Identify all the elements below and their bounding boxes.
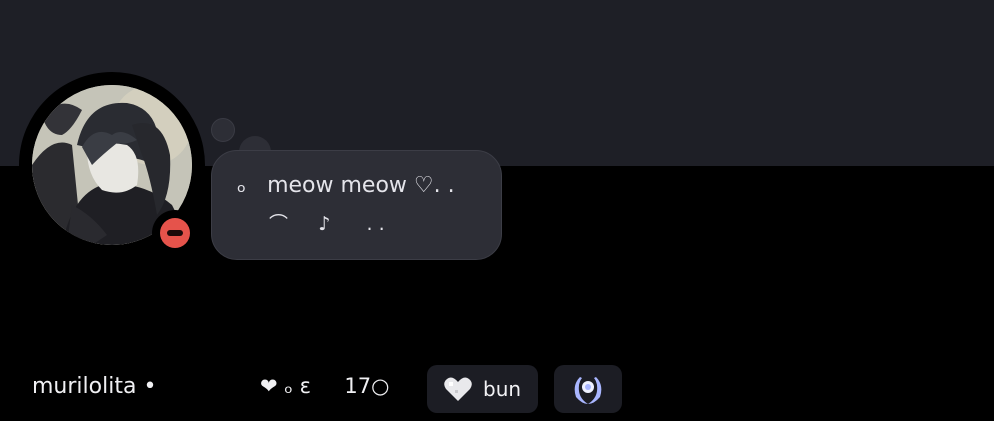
server-tag-label: bun	[483, 377, 522, 401]
server-tag[interactable]: bun	[427, 365, 538, 413]
username[interactable]: murilolita	[32, 374, 136, 399]
laurel-wreath-icon	[574, 377, 602, 404]
username-separator: •	[143, 374, 157, 399]
custom-status-line-2: ⌒ ♪ . .	[269, 213, 385, 235]
dnd-status-icon	[160, 218, 190, 248]
username-row: murilolita •	[32, 374, 156, 399]
thought-bubble-dot-small	[211, 118, 235, 142]
white-heart-icon	[444, 377, 472, 401]
profile-card: ₒ meow meow ♡. . ⌒ ♪ . . murilolita • ❤ …	[0, 0, 994, 421]
dnd-bar	[167, 230, 183, 236]
dnd-status-badge	[152, 210, 198, 256]
profile-badge[interactable]	[554, 365, 622, 413]
custom-status-bubble[interactable]: ₒ meow meow ♡. . ⌒ ♪ . .	[211, 150, 502, 260]
profile-stats-text: ❤ ₒ ɛ 17○	[260, 374, 390, 398]
custom-status-line-1: ₒ meow meow ♡. .	[237, 173, 455, 198]
